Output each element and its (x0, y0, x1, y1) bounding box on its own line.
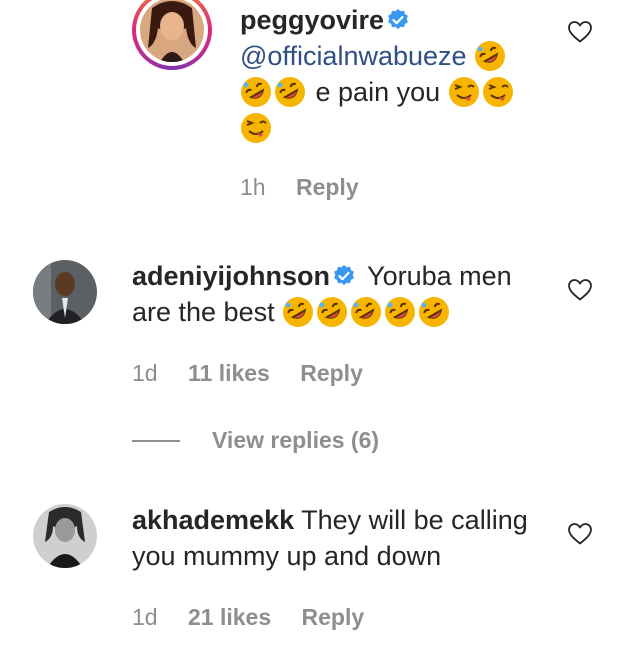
comment-time: 1d (132, 604, 158, 630)
laughing-emoji-icon (418, 296, 450, 328)
story-ring[interactable] (132, 0, 212, 70)
verified-badge-icon (386, 8, 410, 32)
laughing-emoji-icon (282, 296, 314, 328)
comment-item: adeniyijohnson Yoruba men are the best 1… (0, 250, 640, 400)
like-heart-icon[interactable] (567, 20, 593, 44)
laughing-emoji-icon (474, 40, 506, 72)
username[interactable]: peggyovire (240, 5, 384, 35)
comment-time: 1d (132, 360, 158, 386)
comment-text-line-2: you mummy up and down (132, 541, 442, 571)
comment-item: akhademekk They will be calling you mumm… (0, 494, 640, 650)
likes-count[interactable]: 21 likes (188, 604, 271, 630)
username[interactable]: akhademekk (132, 505, 294, 535)
username[interactable]: adeniyijohnson (132, 261, 330, 291)
laughing-emoji-icon (384, 296, 416, 328)
winking-tongue-emoji-icon (240, 112, 272, 144)
comment-time: 1h (240, 174, 266, 200)
laughing-emoji-icon (274, 76, 306, 108)
like-heart-icon[interactable] (567, 522, 593, 546)
reply-button[interactable]: Reply (302, 604, 365, 630)
comment-text-line-1: Yoruba men (367, 261, 512, 291)
laughing-emoji-icon (316, 296, 348, 328)
likes-count[interactable]: 11 likes (188, 360, 270, 386)
mention-link[interactable]: @officialnwabueze (240, 41, 467, 71)
comment-text-line-1: They will be calling (301, 505, 528, 535)
replies-divider (132, 440, 180, 442)
avatar[interactable] (33, 504, 97, 568)
laughing-emoji-icon (240, 76, 272, 108)
comment-text-line-2: are the best (132, 297, 275, 327)
reply-button[interactable]: Reply (296, 174, 359, 200)
verified-badge-icon (332, 264, 356, 288)
winking-tongue-emoji-icon (448, 76, 480, 108)
avatar[interactable] (33, 260, 97, 324)
reply-button[interactable]: Reply (300, 360, 363, 386)
like-heart-icon[interactable] (567, 278, 593, 302)
avatar[interactable] (140, 0, 204, 62)
laughing-emoji-icon (350, 296, 382, 328)
view-replies-button[interactable]: View replies (6) (212, 427, 379, 454)
winking-tongue-emoji-icon (482, 76, 514, 108)
comment-text: e pain you (315, 77, 441, 107)
comment-item: peggyovire @officialnwabueze e pain you … (0, 0, 640, 220)
